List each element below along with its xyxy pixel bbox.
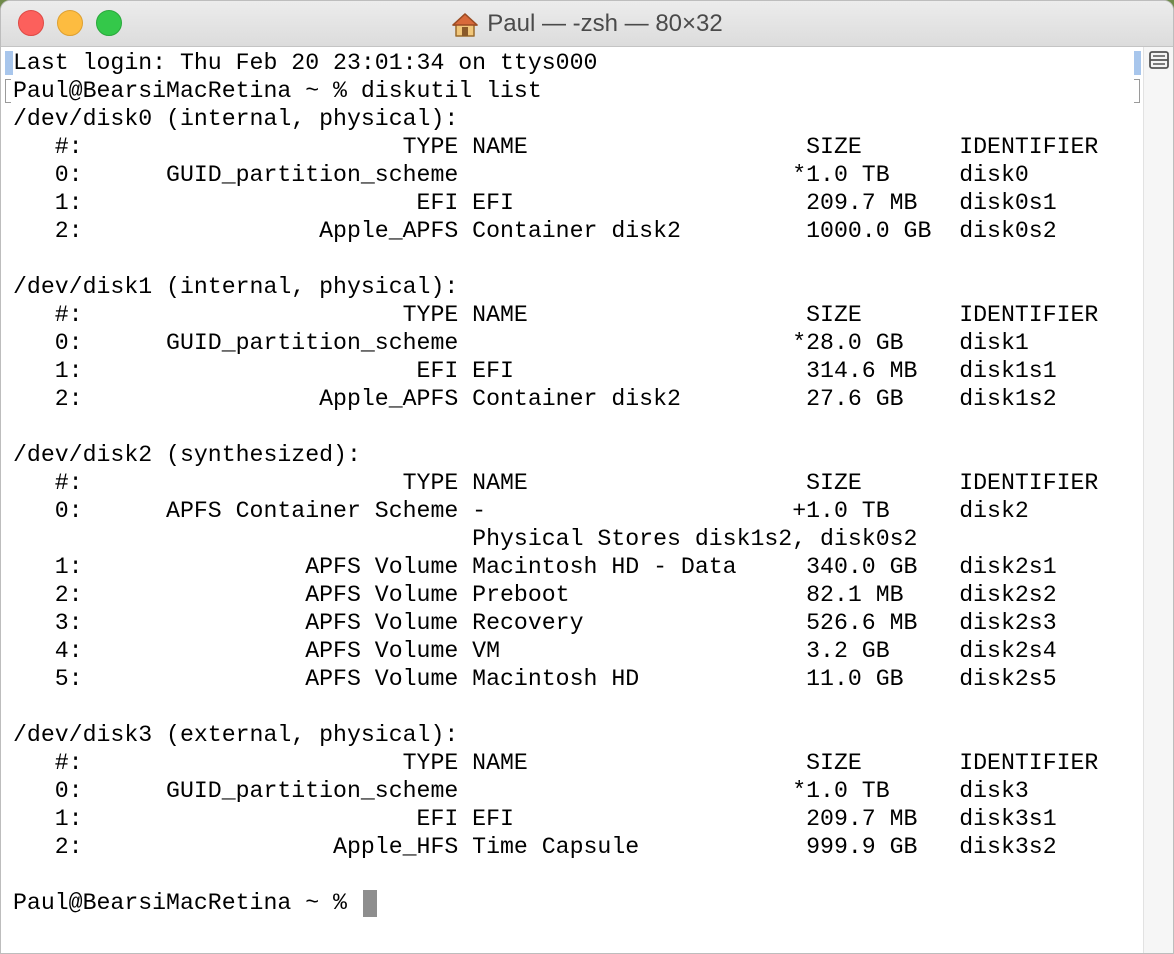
shell-prompt: Paul@BearsiMacRetina ~ %: [13, 890, 361, 916]
terminal-lines: Last login: Thu Feb 20 23:01:34 on ttys0…: [13, 49, 1098, 917]
window-title-area: Paul — -zsh — 80×32: [1, 1, 1173, 47]
terminal-line: /dev/disk1 (internal, physical):: [13, 274, 459, 300]
terminal-line: 4: APFS Volume VM 3.2 GB disk2s4: [13, 638, 1057, 664]
terminal-line: 2: Apple_APFS Container disk2 27.6 GB di…: [13, 386, 1057, 412]
line-mark: [1134, 51, 1141, 75]
terminal-line: 2: Apple_HFS Time Capsule 999.9 GB disk3…: [13, 834, 1057, 860]
terminal-line: Physical Stores disk1s2, disk0s2: [13, 526, 918, 552]
command-mark-bracket: [1134, 79, 1140, 103]
terminal-line: 0: APFS Container Scheme - +1.0 TB disk2: [13, 498, 1029, 524]
home-icon: [451, 12, 479, 38]
window-title: Paul — -zsh — 80×32: [487, 10, 723, 37]
terminal-line: /dev/disk3 (external, physical):: [13, 722, 459, 748]
terminal-output[interactable]: Last login: Thu Feb 20 23:01:34 on ttys0…: [1, 47, 1143, 953]
terminal-line: #: TYPE NAME SIZE IDENTIFIER: [13, 134, 1099, 160]
terminal-line: Last login: Thu Feb 20 23:01:34 on ttys0…: [13, 50, 598, 76]
terminal-line: 2: Apple_APFS Container disk2 1000.0 GB …: [13, 218, 1057, 244]
terminal-line: /dev/disk0 (internal, physical):: [13, 106, 459, 132]
title-bar[interactable]: Paul — -zsh — 80×32: [1, 1, 1173, 47]
terminal-line: 1: EFI EFI 314.6 MB disk1s1: [13, 358, 1057, 384]
terminal-line: 1: APFS Volume Macintosh HD - Data 340.0…: [13, 554, 1057, 580]
terminal-line: 1: EFI EFI 209.7 MB disk0s1: [13, 190, 1057, 216]
terminal-line: #: TYPE NAME SIZE IDENTIFIER: [13, 302, 1099, 328]
terminal-window: Paul — -zsh — 80×32 Last login: Thu Feb …: [0, 0, 1174, 954]
terminal-line: #: TYPE NAME SIZE IDENTIFIER: [13, 470, 1099, 496]
command-mark-bracket: [5, 79, 11, 103]
line-mark: [5, 51, 13, 75]
terminal-line: 0: GUID_partition_scheme *1.0 TB disk3: [13, 778, 1029, 804]
terminal-line: Paul@BearsiMacRetina ~ % diskutil list: [13, 78, 542, 104]
scrollbar[interactable]: [1143, 47, 1173, 953]
terminal-line: 5: APFS Volume Macintosh HD 11.0 GB disk…: [13, 666, 1057, 692]
terminal-line: 1: EFI EFI 209.7 MB disk3s1: [13, 806, 1057, 832]
text-cursor: [362, 889, 377, 917]
split-pane-icon[interactable]: [1148, 49, 1170, 71]
terminal-line: 3: APFS Volume Recovery 526.6 MB disk2s3: [13, 610, 1057, 636]
terminal-line: /dev/disk2 (synthesized):: [13, 442, 361, 468]
terminal-line: 0: GUID_partition_scheme *1.0 TB disk0: [13, 162, 1029, 188]
terminal-line: #: TYPE NAME SIZE IDENTIFIER: [13, 750, 1099, 776]
terminal-line: 2: APFS Volume Preboot 82.1 MB disk2s2: [13, 582, 1057, 608]
prompt-line[interactable]: Paul@BearsiMacRetina ~ %: [13, 889, 1098, 917]
terminal-line: 0: GUID_partition_scheme *28.0 GB disk1: [13, 330, 1029, 356]
